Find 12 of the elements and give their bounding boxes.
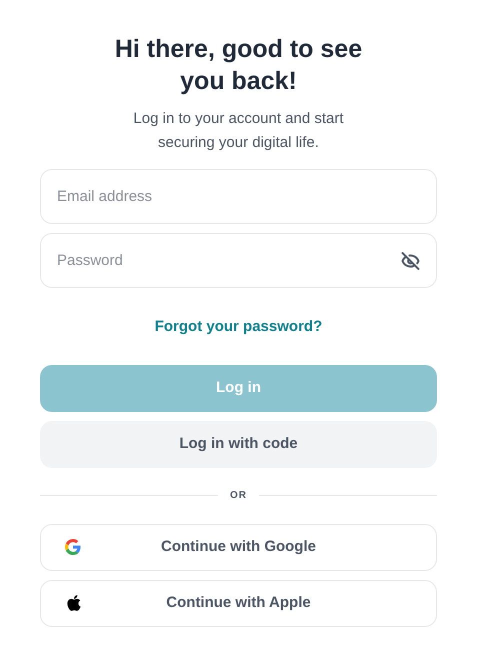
google-icon — [65, 539, 81, 555]
subtitle: Log in to your account and start securing your digital life. — [132, 109, 345, 153]
apple-icon — [65, 594, 83, 612]
social-login-button[interactable]: Continue with Google — [40, 524, 437, 570]
email-field[interactable]: Email address — [40, 169, 437, 224]
password-field[interactable]: Password — [40, 233, 437, 288]
forgot-password-link[interactable]: Forgot your password? — [154, 316, 322, 338]
eye-off-icon[interactable] — [401, 251, 420, 270]
login-with-code-button[interactable]: Log in with code — [40, 420, 437, 468]
page-title: Hi there, good to see you back! — [114, 34, 364, 97]
social-login-button[interactable]: Continue with Apple — [40, 580, 437, 626]
divider-label: OR — [230, 488, 247, 502]
